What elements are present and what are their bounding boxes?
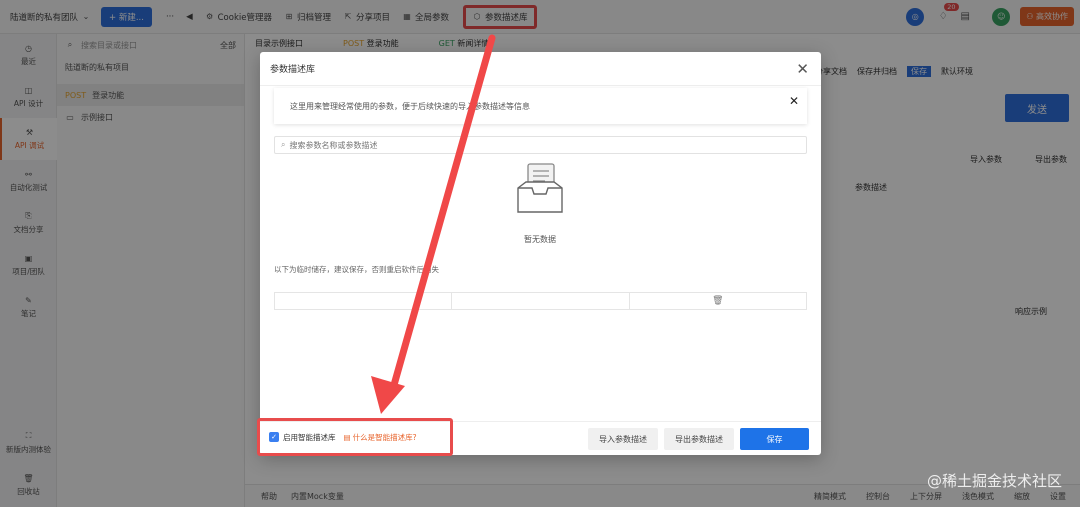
temp-param-name-cell[interactable] (275, 293, 453, 309)
smart-library-help-text: 什么是智能描述库? (352, 432, 417, 442)
param-library-dialog: 参数描述库 ✕ 这里用来管理经常使用的参数，便于后续快速的导入参数描述等信息 ✕… (257, 52, 821, 456)
import-param-desc-button[interactable]: 导入参数描述 (588, 428, 658, 450)
smart-library-help-link[interactable]: ▤ 什么是智能描述库? (344, 432, 417, 443)
temp-param-delete-cell: 🗑 (630, 293, 806, 309)
tip-text: 这里用来管理经常使用的参数，便于后续快速的导入参数描述等信息 (290, 101, 530, 111)
tip-banner: 这里用来管理经常使用的参数，便于后续快速的导入参数描述等信息 ✕ (274, 88, 807, 124)
param-search-input[interactable] (289, 140, 790, 150)
search-icon: ⌕ (281, 140, 286, 149)
temp-param-row: 🗑 (274, 292, 807, 310)
empty-state-text: 暂无数据 (524, 235, 556, 244)
close-icon[interactable]: ✕ (796, 60, 809, 78)
dialog-title: 参数描述库 (270, 65, 316, 75)
temp-param-desc-cell[interactable] (452, 293, 630, 309)
watermark: @稀土掘金技术社区 (926, 472, 1062, 490)
dialog-header: 参数描述库 (260, 52, 821, 86)
empty-inbox-icon (517, 163, 563, 213)
dialog-footer: ✓ 启用智能描述库 ▤ 什么是智能描述库? 导入参数描述 导出参数描述 保存 (257, 418, 821, 456)
export-param-desc-button[interactable]: 导出参数描述 (664, 428, 734, 450)
temp-storage-note: 以下为临时储存，建议保存，否则重启软件后消失 (274, 265, 439, 274)
smart-library-checkbox[interactable]: ✓ (269, 432, 279, 442)
calendar-icon: ▤ (343, 432, 351, 442)
tip-close-icon[interactable]: ✕ (789, 94, 799, 108)
param-search-field[interactable]: ⌕ (274, 136, 807, 154)
dialog-save-button[interactable]: 保存 (740, 428, 809, 450)
trash-icon[interactable]: 🗑 (712, 296, 723, 306)
smart-library-highlight: ✓ 启用智能描述库 ▤ 什么是智能描述库? (257, 418, 453, 456)
smart-library-label: 启用智能描述库 (283, 432, 336, 442)
